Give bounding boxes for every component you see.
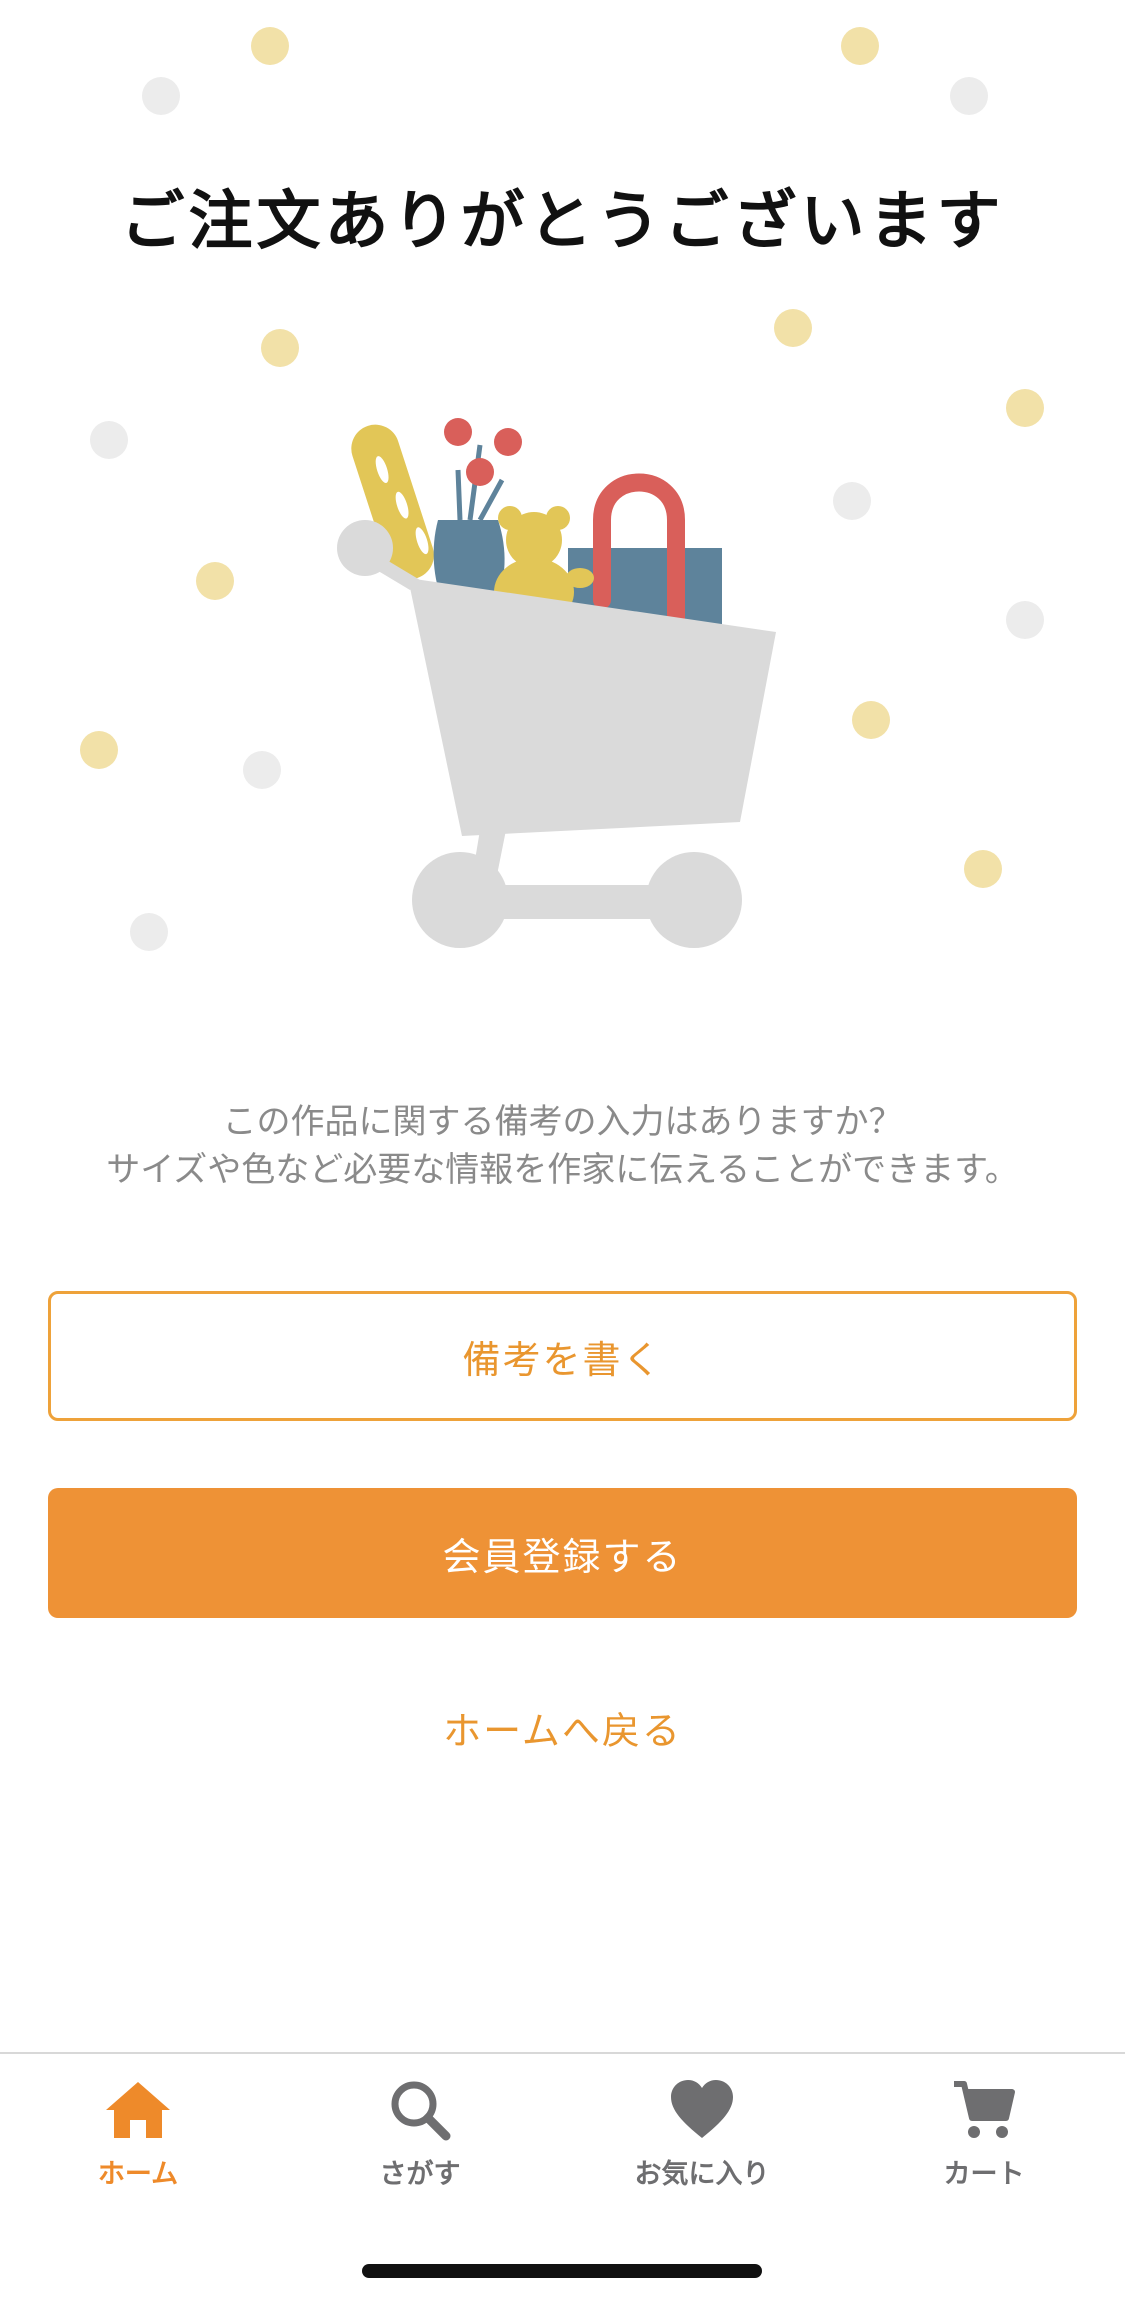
tab-search[interactable]: さがす [320, 2078, 520, 2218]
message-line-2: サイズや色など必要な情報を作家に伝えることができます。 [106, 1150, 1019, 1190]
write-note-button[interactable]: 備考を書く [48, 1291, 1077, 1421]
message-line-1: この作品に関する備考の入力はありますか？ [222, 1102, 903, 1142]
note-prompt-message: この作品に関する備考の入力はありますか？ サイズや色など必要な情報を作家に伝える… [0, 1098, 1125, 1194]
tab-label-favorites: お気に入り [634, 2159, 770, 2190]
tab-favorites[interactable]: お気に入り [602, 2078, 802, 2218]
page-title: ご注文ありがとうございます [120, 185, 1005, 259]
back-home-link[interactable]: ホームへ戻る [443, 1709, 682, 1753]
home-icon [106, 2082, 170, 2138]
back-home-container: ホームへ戻る [0, 1700, 1125, 1755]
tab-cart[interactable]: カート [884, 2078, 1084, 2218]
home-indicator [362, 2264, 762, 2278]
tab-home[interactable]: ホーム [38, 2078, 238, 2218]
order-complete-screen: ご注文ありがとうございます この作品に関する備考の入力はありますか？ サイズや色… [0, 0, 1125, 2306]
tab-label-cart: カート [943, 2159, 1025, 2190]
heart-icon [671, 2080, 733, 2138]
tab-label-home: ホーム [97, 2159, 179, 2190]
register-member-button[interactable]: 会員登録する [48, 1488, 1077, 1618]
cart-icon [954, 2081, 1015, 2138]
tab-label-search: さがす [379, 2159, 461, 2190]
shopping-cart-illustration [337, 418, 776, 948]
search-icon [391, 2081, 451, 2141]
